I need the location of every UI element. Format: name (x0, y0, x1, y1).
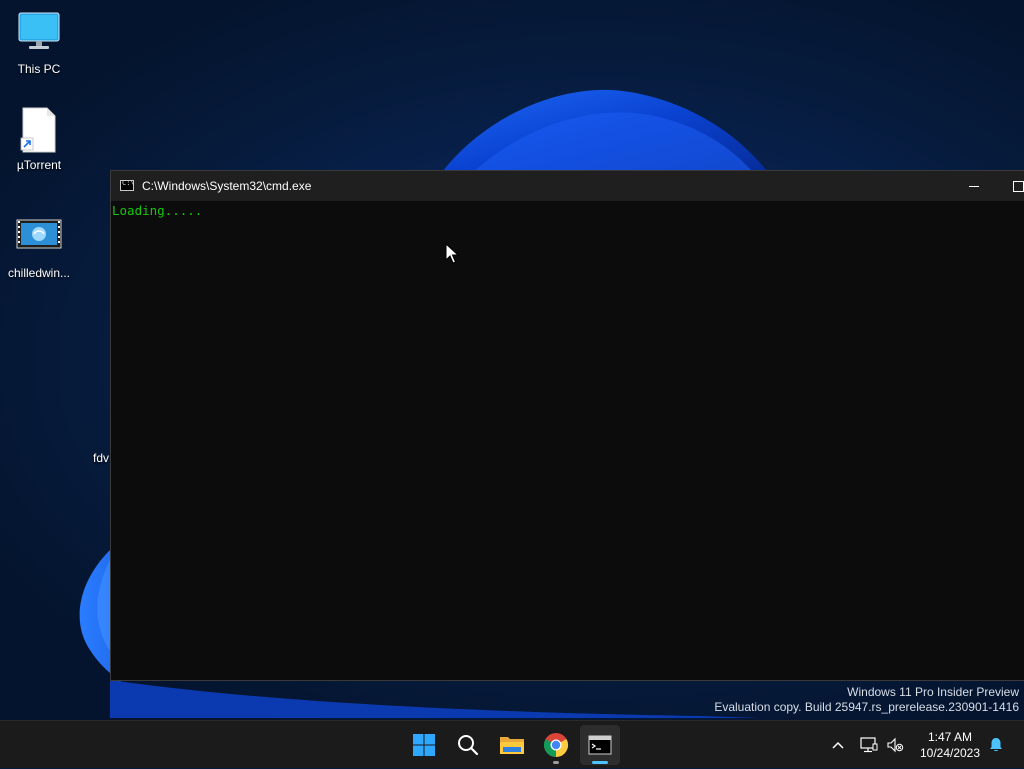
cmd-window-title: C:\Windows\System32\cmd.exe (142, 179, 312, 193)
desktop-icon-label: This PC (17, 62, 61, 76)
clock-date: 10/24/2023 (919, 746, 981, 760)
cmd-taskbar-button[interactable] (580, 725, 620, 765)
chevron-up-icon (832, 741, 844, 749)
minimize-button[interactable] (952, 171, 996, 201)
desktop-icon-label: fdv (93, 451, 110, 465)
maximize-icon (1012, 180, 1024, 192)
search-icon (458, 735, 479, 756)
terminal-icon (588, 735, 612, 755)
video-file-icon (15, 214, 63, 262)
volume-button[interactable] (884, 721, 906, 769)
console-line: Loading..... (112, 203, 203, 218)
show-hidden-icons-button[interactable] (828, 721, 848, 769)
desktop-icon-this-pc[interactable]: This PC (1, 10, 77, 76)
taskbar-clock[interactable]: 1:47 AM 10/24/2023 (912, 729, 988, 761)
file-shortcut-icon (15, 106, 63, 154)
monitor-icon (15, 10, 63, 58)
file-explorer-button[interactable] (492, 725, 532, 765)
desktop-icon-chilledwin[interactable]: chilledwin... (1, 214, 77, 280)
desktop-icon-label: chilledwin... (7, 266, 71, 280)
desktop-icon-utorrent[interactable]: µTorrent (1, 106, 77, 172)
running-indicator (553, 761, 559, 764)
desktop-icon-label: µTorrent (16, 158, 62, 172)
chrome-icon (543, 733, 569, 757)
folder-icon (500, 737, 524, 754)
start-button[interactable] (404, 725, 444, 765)
watermark-edition: Windows 11 Pro Insider Preview (847, 685, 1019, 699)
cmd-app-icon[interactable] (120, 179, 135, 191)
cmd-titlebar[interactable]: C:\Windows\System32\cmd.exe (111, 171, 1024, 201)
watermark-build: Evaluation copy. Build 25947.rs_prerelea… (714, 700, 1019, 714)
windows-logo-icon (413, 734, 435, 756)
notifications-button[interactable] (986, 721, 1006, 769)
clock-time: 1:47 AM (927, 730, 973, 744)
chrome-button[interactable] (536, 725, 576, 765)
network-icon (860, 737, 878, 753)
network-button[interactable] (858, 721, 880, 769)
taskbar: 1:47 AM 10/24/2023 (0, 720, 1024, 768)
active-indicator (592, 761, 608, 764)
search-button[interactable] (448, 725, 488, 765)
volume-muted-icon (887, 737, 904, 753)
bell-icon (990, 738, 1002, 752)
cmd-window[interactable]: C:\Windows\System32\cmd.exe Loading..... (110, 170, 1024, 681)
maximize-button[interactable] (996, 171, 1024, 201)
console-output[interactable]: Loading..... (111, 201, 1024, 680)
minimize-icon (969, 185, 979, 187)
mouse-pointer-icon (445, 243, 459, 264)
windows-watermark: Windows 11 Pro Insider Preview Evaluatio… (714, 685, 1019, 715)
